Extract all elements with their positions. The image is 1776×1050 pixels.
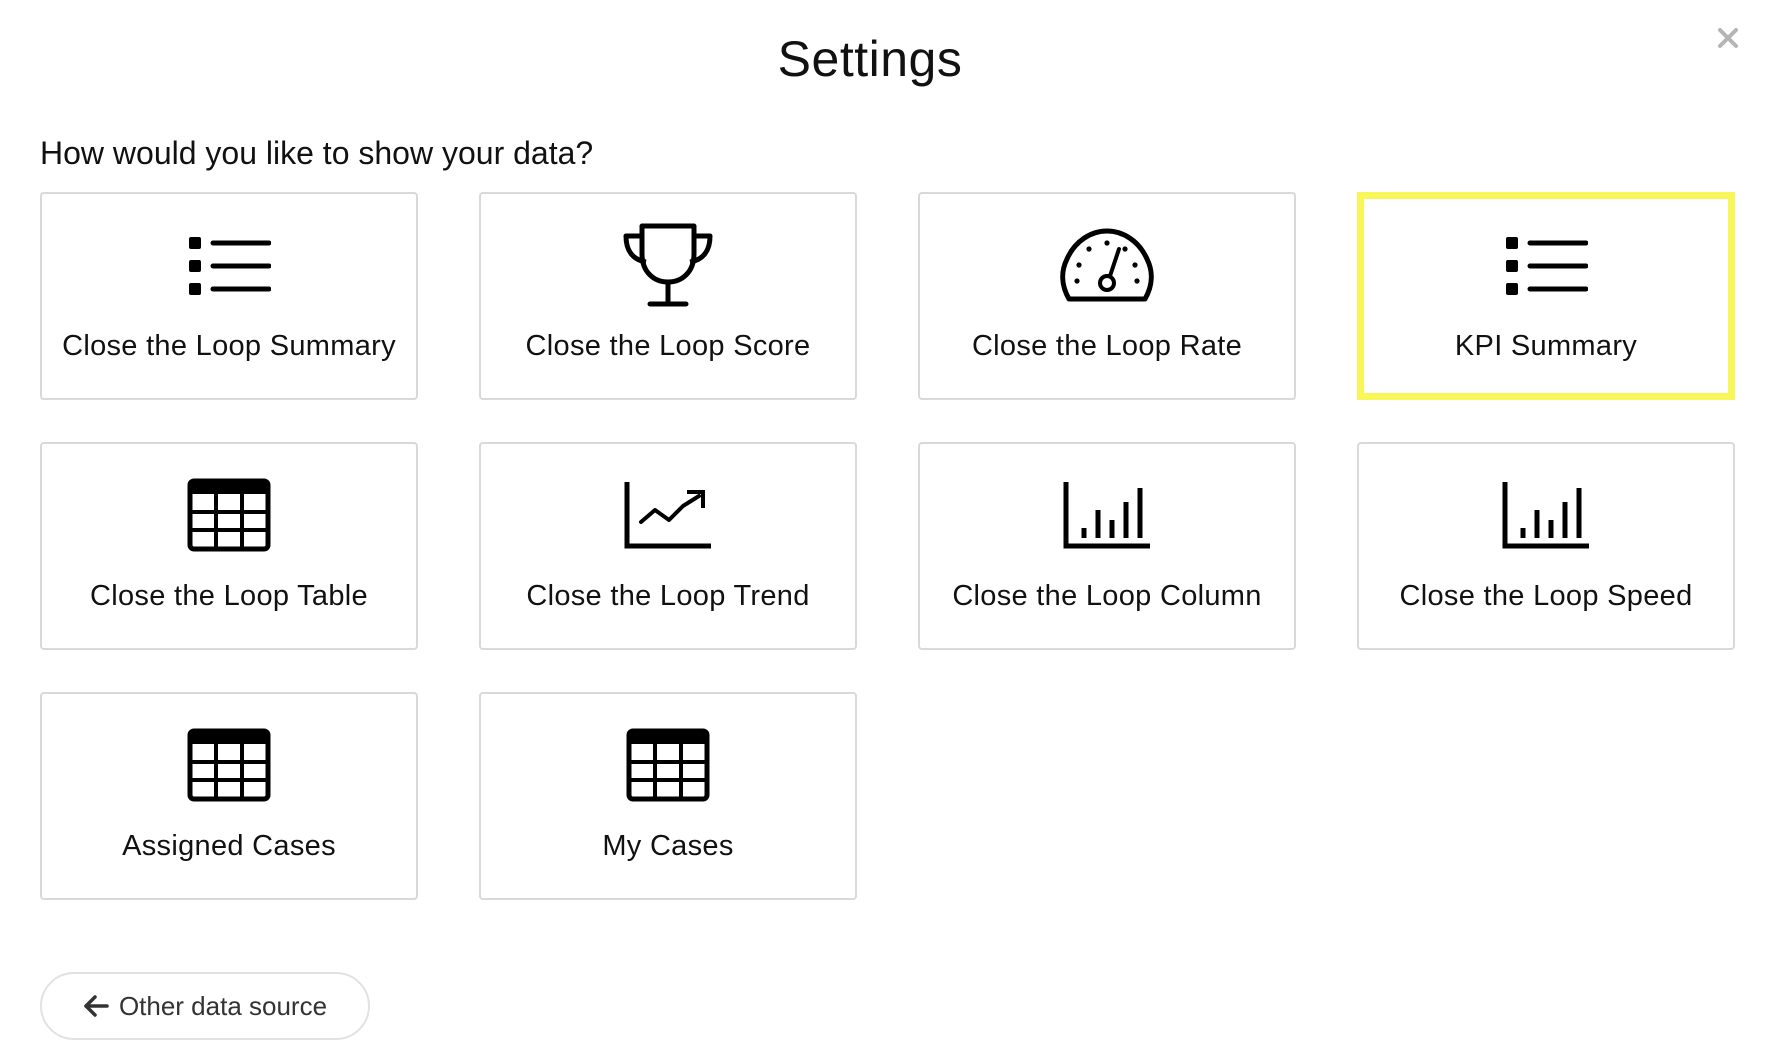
tile-label: Close the Loop Column — [952, 580, 1262, 612]
arrow-left-icon — [84, 995, 109, 1017]
tile-label: Close the Loop Score — [525, 330, 811, 362]
list-icon — [181, 222, 277, 308]
other-data-source-label: Other data source — [118, 990, 328, 1021]
question-text: How would you like to show your data? — [40, 135, 594, 171]
table-icon — [181, 722, 277, 808]
tile-close-the-loop-speed[interactable]: Close the Loop Speed — [1357, 442, 1735, 650]
tile-close-the-loop-column[interactable]: Close the Loop Column — [918, 442, 1296, 650]
tile-label: Close the Loop Summary — [62, 330, 396, 362]
tile-close-the-loop-table[interactable]: Close the Loop Table — [40, 442, 418, 650]
tile-kpi-summary[interactable]: KPI Summary — [1357, 192, 1735, 400]
tile-my-cases[interactable]: My Cases — [479, 692, 857, 900]
tile-close-the-loop-score[interactable]: Close the Loop Score — [479, 192, 857, 400]
bar-chart-icon — [1059, 472, 1155, 558]
tile-label: Close the Loop Rate — [971, 330, 1243, 362]
tile-label: Close the Loop Trend — [526, 580, 810, 612]
tile-label: KPI Summary — [1454, 330, 1638, 362]
bar-chart-icon — [1498, 472, 1594, 558]
trophy-icon — [620, 222, 716, 308]
tile-label: Close the Loop Speed — [1399, 580, 1693, 612]
visualization-grid: Close the Loop Summary Close the Loop Sc… — [40, 192, 1738, 900]
dialog-title: Settings — [777, 31, 963, 87]
tile-close-the-loop-trend[interactable]: Close the Loop Trend — [479, 442, 857, 650]
tile-assigned-cases[interactable]: Assigned Cases — [40, 692, 418, 900]
tile-close-the-loop-summary[interactable]: Close the Loop Summary — [40, 192, 418, 400]
tile-label: Close the Loop Table — [90, 580, 368, 612]
table-icon — [620, 722, 716, 808]
tile-close-the-loop-rate[interactable]: Close the Loop Rate — [918, 192, 1296, 400]
trend-chart-icon — [620, 472, 716, 558]
table-icon — [181, 472, 277, 558]
gauge-icon — [1059, 222, 1155, 308]
tile-label: Assigned Cases — [122, 830, 336, 862]
list-icon — [1498, 222, 1594, 308]
tile-label: My Cases — [602, 830, 734, 862]
other-data-source-button[interactable]: Other data source — [40, 972, 370, 1040]
